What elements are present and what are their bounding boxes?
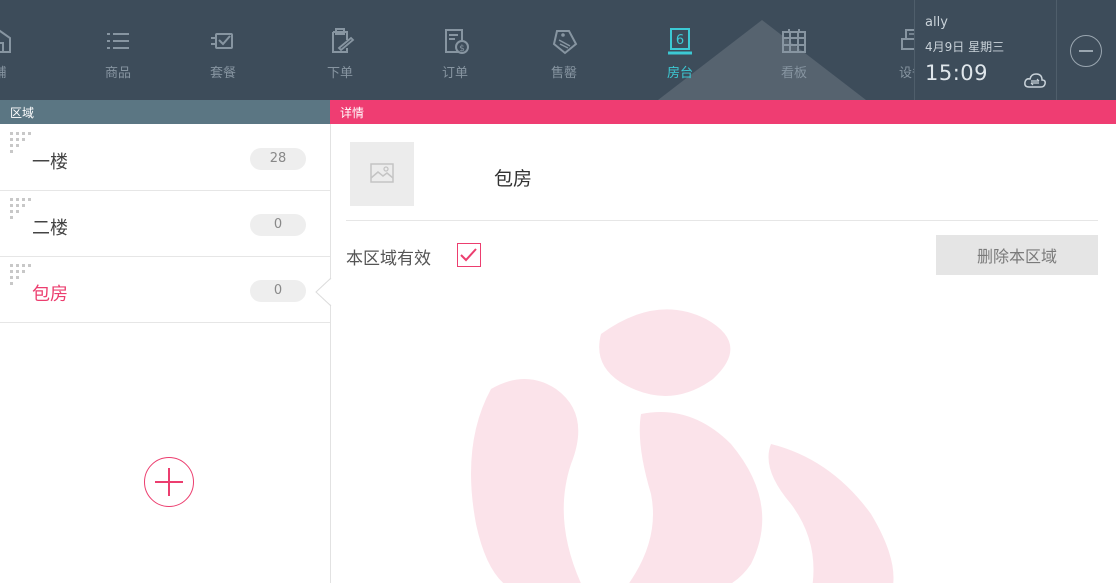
nav-item-label: 订单	[441, 66, 468, 81]
nav-item-board[interactable]: 看板	[759, 0, 829, 100]
area-list-item[interactable]: 一楼 28	[0, 124, 330, 191]
nav-item-label: 套餐	[209, 66, 236, 81]
area-list-item-selected[interactable]: 包房 0	[0, 256, 330, 323]
area-table-count: 28	[250, 148, 306, 170]
delete-area-button[interactable]: 删除本区域	[936, 235, 1098, 275]
area-list: 一楼 28 二楼 0 包房 0	[0, 124, 330, 583]
add-area-button[interactable]	[144, 457, 194, 507]
nav-item-label: 商品	[104, 66, 131, 81]
area-list-header: 区域	[0, 100, 330, 124]
image-placeholder-icon	[370, 163, 394, 183]
area-image-picker[interactable]	[350, 142, 414, 206]
area-valid-checkbox[interactable]	[457, 243, 481, 267]
logout-button[interactable]	[1056, 0, 1116, 100]
cloud-sync-icon[interactable]	[1023, 70, 1047, 90]
user-name: ally	[925, 15, 948, 30]
user-info: ally 4月9日 星期三 15:09	[914, 0, 1057, 100]
area-name: 一楼	[32, 152, 68, 173]
check-icon	[460, 248, 477, 262]
area-table-count: 0	[250, 280, 306, 302]
area-name-display[interactable]: 包房	[494, 164, 532, 191]
nav-item-store[interactable]: 铺	[0, 0, 35, 100]
clipboard-edit-icon	[325, 26, 355, 56]
area-table-count: 0	[250, 214, 306, 236]
nav-item-place-order[interactable]: 下单	[305, 0, 375, 100]
table-6-icon: 6	[665, 26, 695, 56]
watermark-logo	[471, 309, 894, 583]
current-date: 4月9日 星期三	[925, 40, 1005, 54]
nav-item-devices[interactable]: 设备	[885, 0, 915, 100]
area-list-item[interactable]: 二楼 0	[0, 190, 330, 257]
detail-divider	[346, 220, 1098, 221]
nav-item-sold-out[interactable]: 售罄	[529, 0, 599, 100]
nav-item-combos[interactable]: 套餐	[188, 0, 258, 100]
nav-item-label: 下单	[326, 66, 353, 81]
selection-pointer-icon	[315, 276, 332, 308]
order-receipt-icon: $	[440, 26, 470, 56]
sold-out-tag-icon	[549, 26, 579, 56]
nav-item-label: 房台	[666, 66, 693, 81]
table-badge: 6	[676, 33, 684, 48]
current-time: 15:09	[925, 61, 989, 85]
nav-item-label: 售罄	[550, 66, 577, 81]
calendar-board-icon	[779, 26, 809, 56]
list-icon	[103, 26, 133, 56]
nav-overflow-clip: 设备	[885, 0, 915, 100]
detail-header: 详情	[330, 100, 1116, 124]
area-list-title: 区域	[10, 106, 35, 120]
nav-item-label: 铺	[0, 62, 7, 81]
nav-item-label: 设备	[898, 66, 915, 81]
area-detail-panel: 包房 本区域有效 删除本区域	[331, 124, 1116, 583]
area-name: 二楼	[32, 218, 68, 239]
printer-icon	[897, 26, 915, 56]
combo-icon	[208, 26, 238, 56]
svg-text:$: $	[459, 44, 465, 54]
detail-title: 详情	[340, 106, 365, 120]
main-nav: 铺 商品 套餐 下单 $ 订单	[0, 0, 915, 100]
store-icon	[0, 26, 15, 56]
top-navigation-bar: 铺 商品 套餐 下单 $ 订单	[0, 0, 1116, 100]
nav-item-label: 看板	[780, 66, 807, 81]
area-name: 包房	[32, 284, 68, 305]
area-valid-label: 本区域有效	[346, 249, 431, 269]
minus-circle-icon	[1070, 35, 1102, 67]
nav-item-products[interactable]: 商品	[83, 0, 153, 100]
nav-item-tables[interactable]: 6 房台	[645, 0, 715, 100]
nav-item-orders[interactable]: $ 订单	[420, 0, 490, 100]
